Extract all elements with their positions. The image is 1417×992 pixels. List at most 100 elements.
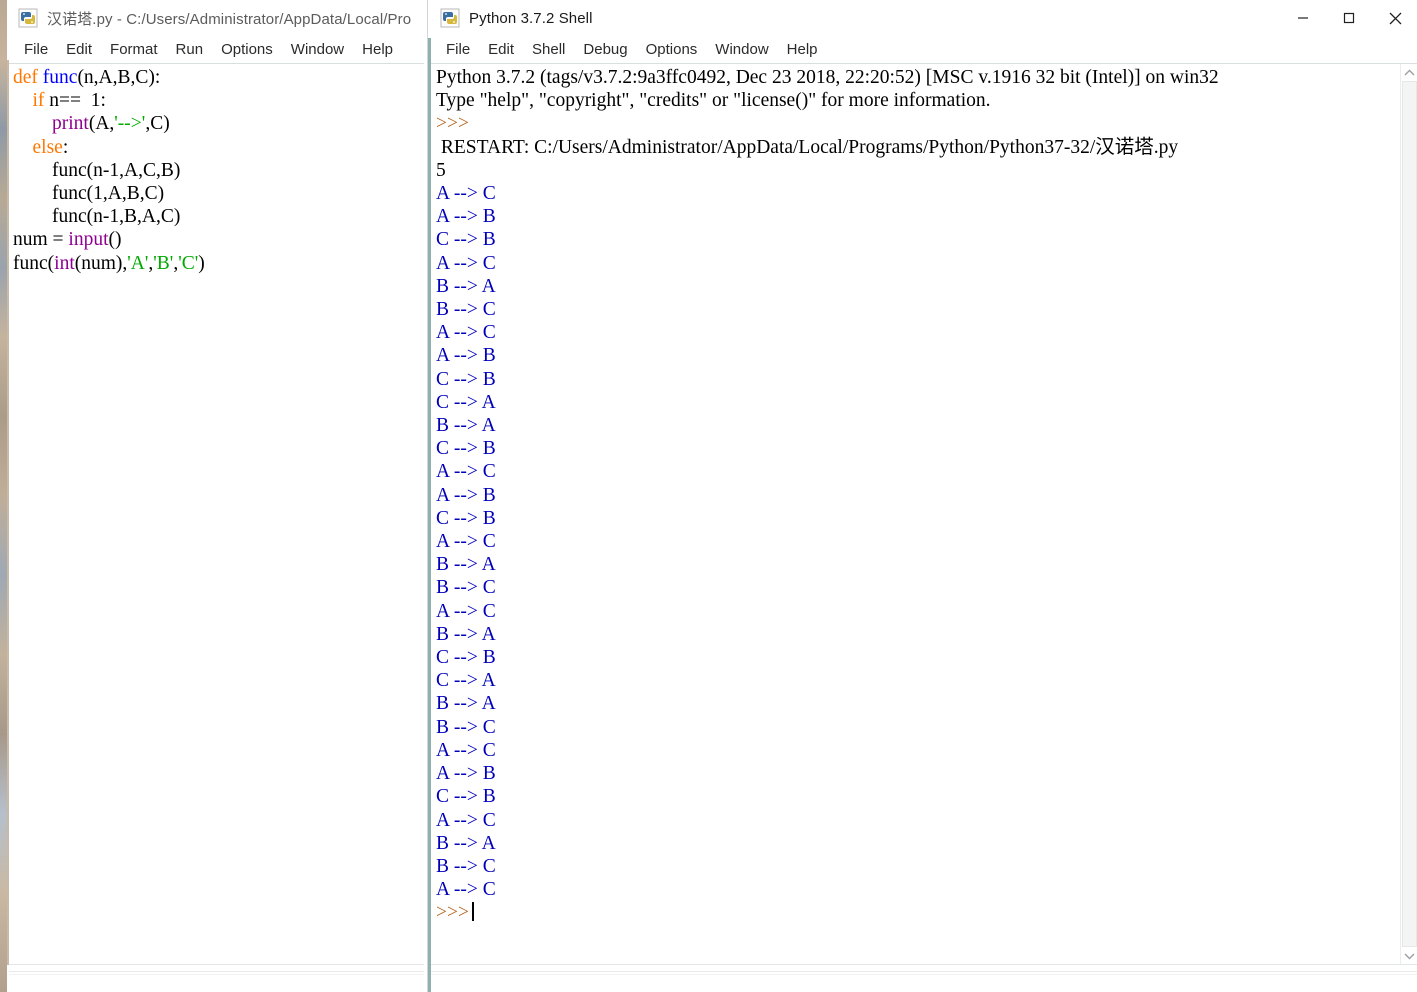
move-line: C --> B bbox=[436, 438, 496, 460]
code-line4-indent bbox=[13, 137, 33, 158]
move-line: A --> C bbox=[436, 531, 496, 553]
shell-user-input: 5 bbox=[436, 159, 446, 181]
editor-menu-run[interactable]: Run bbox=[167, 40, 213, 60]
editor-titlebar[interactable]: 汉诺塔.py - C:/Users/Administrator/AppData/… bbox=[6, 0, 427, 36]
code-builtin-print: print bbox=[52, 113, 89, 135]
move-line: B --> A bbox=[436, 554, 496, 576]
shell-menu-help[interactable]: Help bbox=[778, 40, 827, 60]
python-shell-window[interactable]: Python 3.7.2 Shell File Edit Shell Debug… bbox=[427, 0, 1417, 992]
code-string-a: 'A' bbox=[127, 252, 149, 274]
editor-title-text: 汉诺塔.py - C:/Users/Administrator/AppData/… bbox=[47, 10, 412, 28]
scroll-up-chevron-icon[interactable] bbox=[1401, 64, 1417, 81]
code-string-arrow: '-->' bbox=[114, 113, 146, 135]
code-line8-post: () bbox=[108, 229, 122, 251]
move-line: B --> C bbox=[436, 577, 496, 599]
desktop-screen: 汉诺塔.py - C:/Users/Administrator/AppData/… bbox=[0, 0, 1417, 992]
code-line1-rest: (n,A,B,C): bbox=[77, 67, 161, 88]
code-line7: func(n-1,B,A,C) bbox=[13, 206, 181, 228]
scroll-down-chevron-icon[interactable] bbox=[1401, 947, 1417, 964]
editor-menu-window[interactable]: Window bbox=[282, 40, 353, 60]
move-line: A --> B bbox=[436, 345, 496, 367]
idle-editor-window[interactable]: 汉诺塔.py - C:/Users/Administrator/AppData/… bbox=[6, 0, 427, 992]
editor-menu-options[interactable]: Options bbox=[212, 40, 282, 60]
shell-title-text: Python 3.7.2 Shell bbox=[469, 9, 593, 27]
text-caret bbox=[472, 902, 474, 922]
shell-menu-shell[interactable]: Shell bbox=[523, 40, 574, 60]
move-line: A --> B bbox=[436, 206, 496, 228]
code-line4-rest: : bbox=[62, 136, 69, 158]
shell-menu-debug[interactable]: Debug bbox=[574, 40, 636, 60]
shell-menu-options[interactable]: Options bbox=[637, 40, 707, 60]
editor-text-pane[interactable]: def func(n,A,B,C): if n== 1: print(A,'--… bbox=[9, 64, 427, 964]
move-line: A --> C bbox=[436, 252, 496, 274]
editor-hscroll-track-shadow bbox=[9, 974, 427, 975]
code-line3-indent bbox=[13, 113, 52, 134]
shell-vertical-scrollbar[interactable] bbox=[1400, 64, 1417, 964]
shell-restart-line: RESTART: C:/Users/Administrator/AppData/… bbox=[436, 136, 1179, 158]
code-keyword-def: def bbox=[13, 67, 38, 88]
shell-scroll-thumb[interactable] bbox=[1402, 81, 1417, 947]
move-line: C --> A bbox=[436, 670, 496, 692]
code-function-name: func bbox=[42, 67, 78, 88]
shell-banner-line2: Type "help", "copyright", "credits" or "… bbox=[436, 90, 991, 112]
editor-menubar[interactable]: File Edit Format Run Options Window Help bbox=[6, 36, 427, 64]
editor-menu-format[interactable]: Format bbox=[101, 40, 167, 60]
move-line: B --> A bbox=[436, 832, 496, 854]
shell-prompt-initial: >>> bbox=[436, 113, 469, 135]
move-line: A --> C bbox=[436, 322, 496, 344]
editor-hscroll-track bbox=[9, 971, 427, 972]
move-line: B --> A bbox=[436, 415, 496, 437]
move-line: B --> C bbox=[436, 716, 496, 738]
code-builtin-input: input bbox=[68, 229, 109, 251]
move-line: B --> A bbox=[436, 693, 496, 715]
move-line: A --> C bbox=[436, 809, 496, 831]
editor-code-area[interactable]: def func(n,A,B,C): if n== 1: print(A,'--… bbox=[13, 66, 413, 964]
shell-output-area[interactable]: Python 3.7.2 (tags/v3.7.2:9a3ffc0492, De… bbox=[436, 66, 1398, 964]
move-line: A --> C bbox=[436, 879, 496, 901]
window-controls[interactable] bbox=[1280, 0, 1417, 36]
editor-menu-file[interactable]: File bbox=[15, 40, 57, 60]
minimize-icon[interactable] bbox=[1280, 0, 1326, 36]
shell-titlebar[interactable]: Python 3.7.2 Shell bbox=[428, 0, 1417, 36]
python-idle-icon bbox=[18, 8, 38, 28]
move-line: B --> C bbox=[436, 855, 496, 877]
move-line: A --> C bbox=[436, 183, 496, 205]
window-divider bbox=[424, 0, 427, 992]
code-line9-pre: func( bbox=[13, 252, 55, 274]
shell-menu-edit[interactable]: Edit bbox=[479, 40, 523, 60]
move-line: A --> C bbox=[436, 739, 496, 761]
code-string-c: 'C' bbox=[178, 252, 199, 274]
code-line9-mid: (num), bbox=[74, 252, 128, 274]
code-line3-close: ,C) bbox=[145, 113, 170, 135]
editor-menu-edit[interactable]: Edit bbox=[57, 40, 101, 60]
move-line: C --> B bbox=[436, 368, 496, 390]
move-line: B --> A bbox=[436, 275, 496, 297]
move-line: A --> C bbox=[436, 600, 496, 622]
move-line: C --> B bbox=[436, 507, 496, 529]
shell-banner-line1: Python 3.7.2 (tags/v3.7.2:9a3ffc0492, De… bbox=[436, 67, 1219, 88]
code-line6: func(1,A,B,C) bbox=[13, 183, 165, 205]
move-line: B --> A bbox=[436, 623, 496, 645]
shell-hscroll-track-shadow bbox=[431, 974, 1417, 975]
code-string-b: 'B' bbox=[153, 252, 174, 274]
code-line2-rest: n== 1: bbox=[44, 90, 106, 112]
code-keyword-if: if bbox=[32, 90, 45, 112]
code-line9-post: ) bbox=[198, 252, 205, 274]
desktop-wallpaper-strip bbox=[0, 0, 7, 992]
shell-menu-window[interactable]: Window bbox=[706, 40, 777, 60]
shell-menu-file[interactable]: File bbox=[437, 40, 479, 60]
shell-hscroll-track bbox=[431, 971, 1417, 972]
code-line3-open: (A, bbox=[88, 113, 115, 135]
maximize-icon[interactable] bbox=[1326, 0, 1372, 36]
move-line: C --> B bbox=[436, 229, 496, 251]
move-line: A --> C bbox=[436, 461, 496, 483]
shell-scroll-track[interactable] bbox=[1401, 81, 1417, 947]
close-icon[interactable] bbox=[1372, 0, 1417, 36]
editor-horizontal-scrollbar[interactable] bbox=[9, 964, 427, 992]
editor-menu-help[interactable]: Help bbox=[353, 40, 402, 60]
shell-text-pane[interactable]: Python 3.7.2 (tags/v3.7.2:9a3ffc0492, De… bbox=[431, 64, 1417, 964]
shell-horizontal-scrollbar[interactable] bbox=[431, 964, 1417, 992]
move-line: A --> B bbox=[436, 763, 496, 785]
python-idle-icon bbox=[440, 8, 460, 28]
shell-menubar[interactable]: File Edit Shell Debug Options Window Hel… bbox=[428, 36, 1417, 64]
